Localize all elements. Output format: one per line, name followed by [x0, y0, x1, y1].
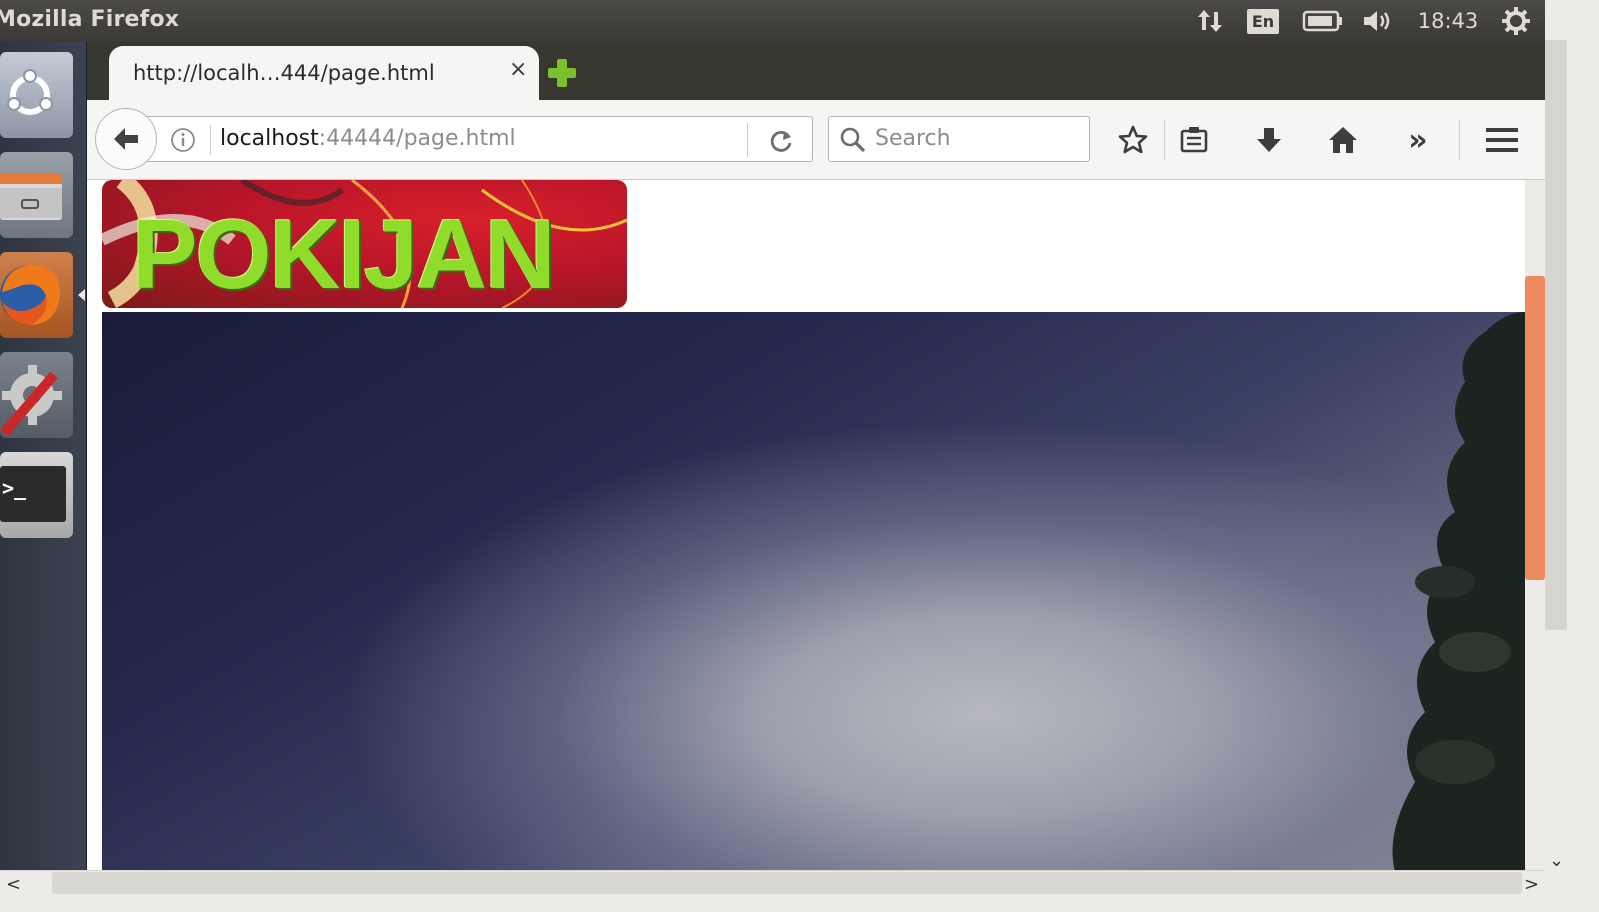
page-scroll-thumb[interactable] — [1525, 276, 1545, 580]
logo-text: POKIJAN — [132, 199, 556, 308]
new-tab-plus-icon[interactable] — [545, 56, 579, 90]
page-vertical-scrollbar[interactable] — [1525, 180, 1545, 870]
navigation-toolbar: localhost:44444/page.html Search » — [87, 100, 1545, 180]
power-gear-icon[interactable] — [1496, 0, 1536, 42]
toolbar-separator — [1164, 120, 1165, 160]
url-host: localhost — [220, 126, 319, 151]
clock-text: 18:43 — [1417, 9, 1479, 33]
url-separator-2 — [747, 123, 748, 157]
site-info-icon[interactable] — [170, 127, 196, 153]
bookmark-star-icon[interactable] — [1113, 120, 1153, 160]
battery-icon[interactable] — [1300, 0, 1346, 42]
reload-icon[interactable] — [767, 127, 795, 155]
sky-photo — [102, 312, 1525, 870]
downloads-icon[interactable] — [1249, 120, 1289, 160]
lang-badge: En — [1246, 8, 1280, 34]
scroll-left-arrow-icon[interactable]: < — [6, 874, 21, 895]
launcher-firefox[interactable] — [0, 252, 73, 338]
overflow-chevron-icon[interactable]: » — [1398, 120, 1438, 160]
tab-title: http://localh…444/page.html — [133, 61, 435, 85]
bookmarks-menu-icon[interactable] — [1174, 120, 1214, 160]
search-icon — [839, 126, 867, 154]
active-app-indicator — [78, 289, 85, 301]
search-placeholder: Search — [875, 126, 951, 151]
app-title: Mozilla Firefox — [0, 7, 180, 32]
home-icon[interactable] — [1323, 120, 1363, 160]
tab-page-html[interactable]: http://localh…444/page.html × — [109, 46, 539, 100]
ubuntu-logo-icon — [7, 69, 53, 115]
launcher-terminal[interactable]: >_ — [0, 452, 73, 538]
toolbar-separator-2 — [1459, 120, 1460, 160]
window-scroll-thumb[interactable] — [1545, 40, 1567, 630]
url-path: :44444/page.html — [318, 126, 516, 151]
url-bar[interactable]: localhost:44444/page.html — [141, 116, 813, 162]
tree-silhouette — [1392, 312, 1525, 870]
terminal-prompt: >_ — [2, 476, 27, 500]
launcher-system-settings[interactable] — [0, 352, 73, 438]
clock[interactable]: 18:43 — [1410, 0, 1486, 42]
keyboard-language-icon[interactable]: En — [1243, 0, 1283, 42]
scroll-right-arrow-icon[interactable]: > — [1524, 874, 1539, 895]
page-content: POKIJAN — [87, 180, 1525, 870]
settings-gear-icon — [0, 365, 62, 436]
tab-bar: http://localh…444/page.html × — [87, 42, 1545, 100]
launcher: >_ — [0, 42, 87, 912]
launcher-ubuntu-dash[interactable] — [0, 52, 73, 138]
firefox-icon — [0, 264, 61, 325]
back-button[interactable] — [95, 108, 157, 170]
tab-close-icon[interactable]: × — [509, 59, 527, 81]
network-icon[interactable] — [1190, 0, 1230, 42]
back-arrow-icon — [114, 128, 138, 150]
volume-icon[interactable] — [1358, 0, 1398, 42]
url-text[interactable]: localhost:44444/page.html — [220, 126, 516, 151]
top-panel: Mozilla Firefox En 18:43 — [0, 0, 1599, 42]
launcher-files[interactable] — [0, 152, 73, 238]
file-cabinet-icon — [0, 174, 62, 220]
horizontal-scroll-thumb[interactable] — [52, 872, 1522, 894]
search-bar[interactable]: Search — [828, 116, 1090, 162]
hamburger-menu-icon[interactable] — [1482, 120, 1522, 160]
scroll-down-arrow-icon[interactable]: ⌄ — [1549, 850, 1564, 871]
pokijan-logo: POKIJAN — [102, 180, 627, 308]
url-separator — [210, 125, 211, 155]
